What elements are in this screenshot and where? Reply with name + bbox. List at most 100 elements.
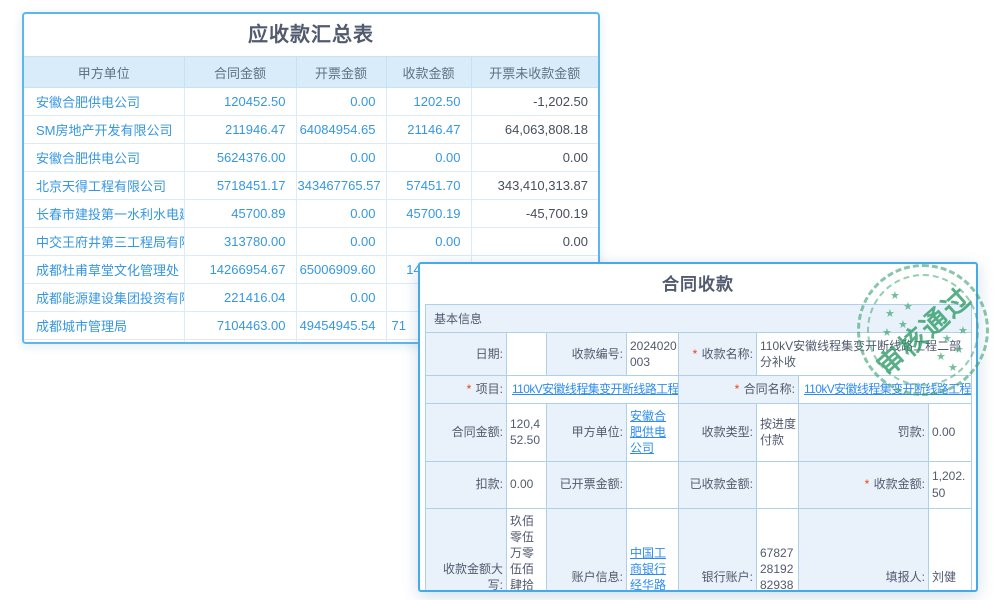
field-value: 玖佰零伍万零伍佰肆拾伍元伍角整 (507, 508, 547, 592)
field-value: 120,452.50 (507, 404, 547, 462)
field-label: 填报人: (799, 508, 929, 592)
amount-cell: 0.00 (296, 88, 386, 116)
payment-form-title: 合同收款 (420, 264, 976, 304)
field-label: 合同金额: (426, 404, 507, 462)
amount-cell: 1202.50 (386, 88, 471, 116)
link-value[interactable]: 110kV安徽线程集变开断线路工程 (512, 382, 679, 396)
table-row: SM房地产开发有限公司211946.4764084954.6521146.476… (24, 116, 598, 144)
amount-cell: -1,202.50 (471, 88, 598, 116)
field-value (507, 333, 547, 376)
amount-cell: 0.00 (471, 228, 598, 256)
field-label: 日期: (426, 333, 507, 376)
amount-cell: 0.00 (296, 200, 386, 228)
field-label: 罚款: (799, 404, 929, 462)
amount-cell: 0.00 (386, 144, 471, 172)
summary-title: 应收款汇总表 (24, 14, 598, 56)
amount-cell: 0.00 (471, 144, 598, 172)
amount-cell: 0.00 (296, 144, 386, 172)
amount-cell: 14266954.67 (184, 256, 296, 284)
column-header: 开票金额 (296, 57, 386, 88)
column-header: 开票未收款金额 (471, 57, 598, 88)
amount-cell: 7104463.00 (184, 312, 296, 340)
amount-cell: 0.00 (296, 340, 386, 345)
amount-cell: 211946.47 (184, 116, 296, 144)
column-header: 甲方单位 (24, 57, 184, 88)
required-asterisk: * (467, 382, 475, 396)
field-label: 收款类型: (679, 404, 757, 462)
amount-cell: 64084954.65 (296, 116, 386, 144)
company-cell[interactable]: 成都杜甫草堂文化管理处 (24, 256, 184, 284)
amount-cell: 49454945.54 (296, 312, 386, 340)
form-row: 合同金额:120,452.50甲方单位:安徽合肥供电公司收款类型:按进度付款罚款… (426, 404, 972, 462)
field-label: 已开票金额: (547, 461, 627, 508)
table-row: 北京天得工程有限公司5718451.17343467765.5757451.70… (24, 172, 598, 200)
field-value[interactable]: 110kV安徽线程集变开断线路工程 (507, 376, 679, 404)
column-header: 合同金额 (184, 57, 296, 88)
field-label: 已收款金额: (679, 461, 757, 508)
amount-cell: 64,063,808.18 (471, 116, 598, 144)
field-value: 按进度付款 (757, 404, 799, 462)
field-label: * 收款名称: (679, 333, 757, 376)
field-label: * 项目: (426, 376, 507, 404)
field-label: 扣款: (426, 461, 507, 508)
field-value: 110kV安徽线程集变开断线路工程二部分补收 (757, 333, 972, 376)
field-value (627, 461, 679, 508)
required-asterisk: * (865, 477, 873, 491)
field-label: 银行账户: (679, 508, 757, 592)
company-cell[interactable]: 安徽合肥供电公司 (24, 144, 184, 172)
amount-cell: 5624376.00 (184, 144, 296, 172)
table-row: 长春市建投第一水利水电建设有限公司45700.890.0045700.19-45… (24, 200, 598, 228)
company-cell[interactable]: 安徽合肥供电公司 (24, 88, 184, 116)
field-value: 1,202.50 (929, 461, 972, 508)
field-label: * 合同名称: (679, 376, 799, 404)
amount-cell: 45700.89 (184, 200, 296, 228)
amount-cell: 221416.04 (184, 284, 296, 312)
company-cell[interactable]: 北京天得工程有限公司 (24, 172, 184, 200)
amount-cell: 0.00 (386, 228, 471, 256)
field-value: 0.00 (929, 404, 972, 462)
link-value[interactable]: 安徽合肥供电公司 (630, 409, 666, 455)
field-value: 刘健 (929, 508, 972, 592)
link-value[interactable]: 中国工商银行经华路支行 (630, 546, 666, 592)
required-asterisk: * (693, 347, 701, 361)
company-cell[interactable]: 成都美合房地产有限公司 (24, 340, 184, 345)
amount-cell: 2598190.00 (184, 340, 296, 345)
field-value[interactable]: 110kV安徽线程集变开断线路工程 (799, 376, 972, 404)
company-cell[interactable]: 成都城市管理局 (24, 312, 184, 340)
amount-cell: 0.00 (296, 284, 386, 312)
amount-cell: 21146.47 (386, 116, 471, 144)
field-label: 账户信息: (547, 508, 627, 592)
company-cell[interactable]: SM房地产开发有限公司 (24, 116, 184, 144)
amount-cell: 313780.00 (184, 228, 296, 256)
amount-cell: 45700.19 (386, 200, 471, 228)
form-row: 扣款:0.00已开票金额:已收款金额:* 收款金额:1,202.50 (426, 461, 972, 508)
field-value[interactable]: 安徽合肥供电公司 (627, 404, 679, 462)
table-row: 中交王府井第三工程局有限公司313780.000.000.000.00 (24, 228, 598, 256)
amount-cell: 5718451.17 (184, 172, 296, 200)
amount-cell: 120452.50 (184, 88, 296, 116)
amount-cell: -45,700.19 (471, 200, 598, 228)
field-label: 收款金额大写: (426, 508, 507, 592)
amount-cell: 0.00 (296, 228, 386, 256)
company-cell[interactable]: 成都能源建设集团投资有限公司 (24, 284, 184, 312)
field-value[interactable]: 中国工商银行经华路支行 (627, 508, 679, 592)
field-label: 收款编号: (547, 333, 627, 376)
link-value[interactable]: 110kV安徽线程集变开断线路工程 (804, 382, 971, 396)
contract-payment-panel: 合同收款 基本信息 日期:收款编号:2024020003* 收款名称:110kV… (418, 262, 978, 592)
form-row: 收款金额大写:玖佰零伍万零伍佰肆拾伍元伍角整账户信息:中国工商银行经华路支行银行… (426, 508, 972, 592)
column-header: 收款金额 (386, 57, 471, 88)
amount-cell: 57451.70 (386, 172, 471, 200)
payment-form-table: 基本信息 日期:收款编号:2024020003* 收款名称:110kV安徽线程集… (425, 304, 972, 592)
field-value: 6782728192829384782 (757, 508, 799, 592)
table-row: 安徽合肥供电公司120452.500.001202.50-1,202.50 (24, 88, 598, 116)
section-header-row: 基本信息 (426, 305, 972, 333)
form-row: * 项目:110kV安徽线程集变开断线路工程* 合同名称:110kV安徽线程集变… (426, 376, 972, 404)
company-cell[interactable]: 中交王府井第三工程局有限公司 (24, 228, 184, 256)
amount-cell: 343,410,313.87 (471, 172, 598, 200)
field-value (757, 461, 799, 508)
amount-cell: 343467765.57 (296, 172, 386, 200)
amount-cell: 65006909.60 (296, 256, 386, 284)
table-row: 安徽合肥供电公司5624376.000.000.000.00 (24, 144, 598, 172)
company-cell[interactable]: 长春市建投第一水利水电建设有限公司 (24, 200, 184, 228)
field-value: 0.00 (507, 461, 547, 508)
